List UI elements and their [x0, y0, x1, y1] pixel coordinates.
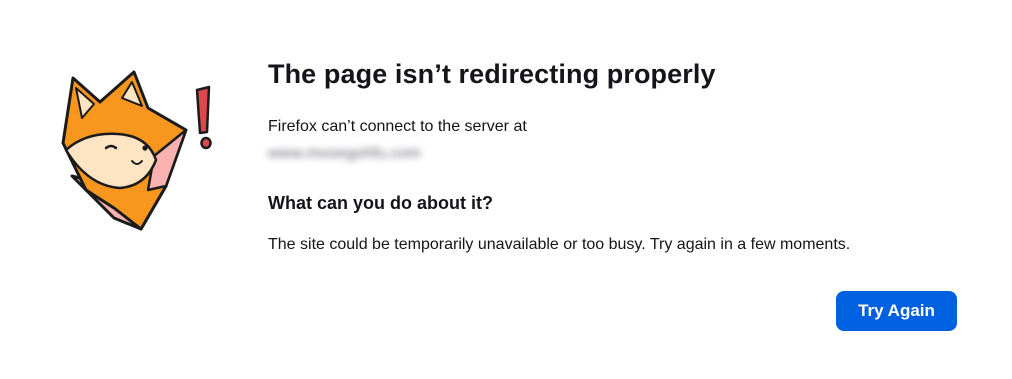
advice-text: The site could be temporarily unavailabl…	[268, 236, 851, 253]
error-content: The page isn’t redirecting properly Fire…	[268, 56, 968, 256]
error-message: Firefox can’t connect to the server at	[268, 118, 527, 135]
error-title: The page isn’t redirecting properly	[268, 59, 716, 89]
error-page: The page isn’t redirecting properly Fire…	[0, 0, 1012, 379]
fox-with-exclamation-icon	[56, 68, 226, 233]
advice-heading: What can you do about it?	[268, 193, 493, 213]
server-url: www.mooegohfu.com	[268, 145, 421, 162]
try-again-button[interactable]: Try Again	[836, 291, 957, 331]
